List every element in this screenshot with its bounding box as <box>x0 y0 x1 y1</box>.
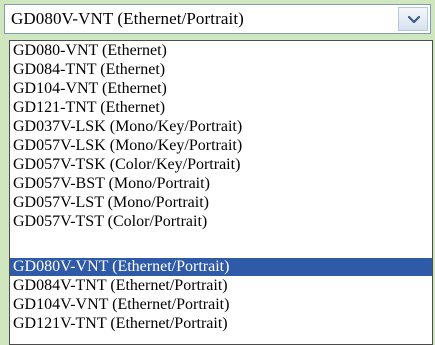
dropdown-option[interactable]: GD057V-TST (Color/Portrait) <box>10 213 432 231</box>
dropdown-option[interactable]: GD057V-TSK (Color/Key/Portrait) <box>10 156 432 174</box>
dropdown-list[interactable]: GD080-VNT (Ethernet) GD084-TNT (Ethernet… <box>9 40 433 345</box>
dropdown-option[interactable]: GD121-TNT (Ethernet) <box>10 99 432 117</box>
dropdown-option[interactable]: GD084V-TNT (Ethernet/Portrait) <box>10 277 432 295</box>
dropdown-option[interactable]: GD084-TNT (Ethernet) <box>10 61 432 79</box>
chevron-down-icon <box>407 15 421 24</box>
dropdown-option-selected[interactable]: GD080V-VNT (Ethernet/Portrait) <box>10 258 432 276</box>
dropdown-option[interactable]: GD057V-LST (Mono/Portrait) <box>10 194 432 212</box>
dropdown-option[interactable]: GD121V-TNT (Ethernet/Portrait) <box>10 315 432 333</box>
dropdown-option[interactable]: GD080-VNT (Ethernet) <box>10 42 432 60</box>
dropdown-option[interactable]: GD057V-BST (Mono/Portrait) <box>10 175 432 193</box>
dropdown-toggle-button[interactable] <box>398 7 428 31</box>
dropdown-option[interactable]: GD057V-LSK (Mono/Key/Portrait) <box>10 137 432 155</box>
dropdown-option[interactable]: GD104V-VNT (Ethernet/Portrait) <box>10 296 432 314</box>
combobox-selected-value: GD080V-VNT (Ethernet/Portrait) <box>11 9 244 28</box>
dropdown-option[interactable]: GD104-VNT (Ethernet) <box>10 80 432 98</box>
dropdown-option[interactable]: GD037V-LSK (Mono/Key/Portrait) <box>10 118 432 136</box>
model-combobox[interactable]: GD080V-VNT (Ethernet/Portrait) <box>4 4 431 34</box>
